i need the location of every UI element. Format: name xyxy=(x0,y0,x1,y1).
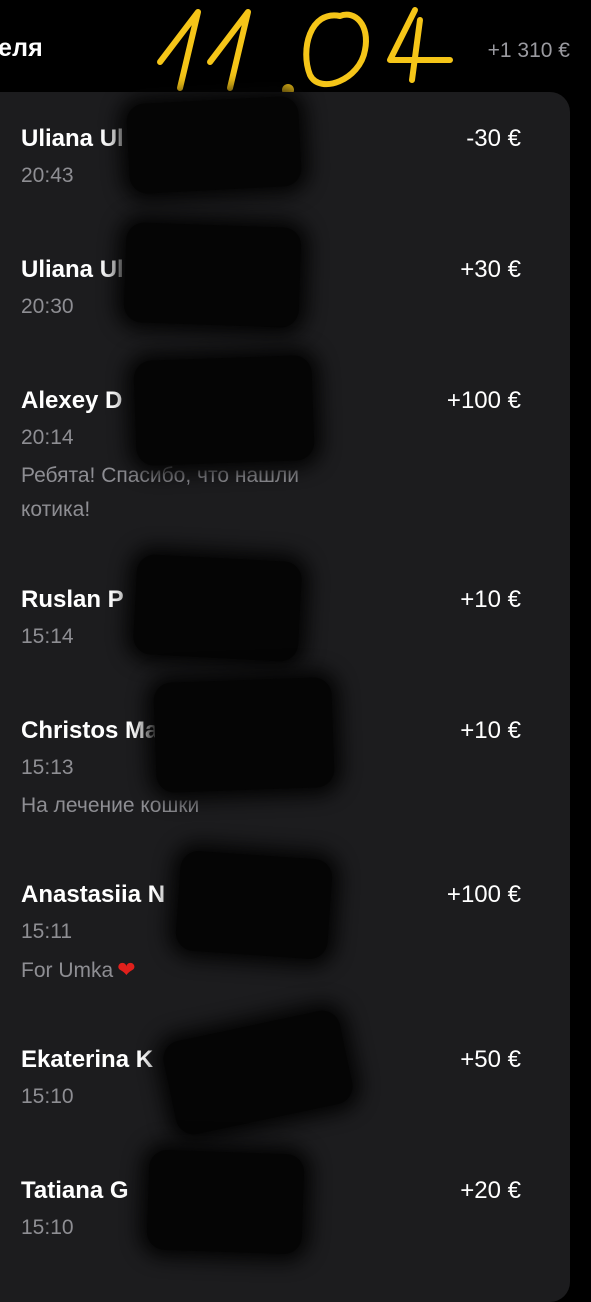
transaction-amount: -30 € xyxy=(466,125,521,152)
transaction-name: Ruslan P xyxy=(21,586,124,613)
comment-text: For Umka xyxy=(21,959,114,982)
transaction-time: 20:43 xyxy=(21,164,74,187)
transaction-amount: +100 € xyxy=(446,387,521,414)
transaction-amount: +20 € xyxy=(460,1177,521,1204)
transaction-amount: +10 € xyxy=(460,717,521,744)
transaction-amount: +100 € xyxy=(446,881,521,908)
total-amount: +1 310 € xyxy=(487,39,570,62)
redaction-mark xyxy=(174,849,334,961)
transaction-time: 15:14 xyxy=(21,625,74,648)
transaction-name: Alexey D xyxy=(21,387,123,414)
header: еля +1 310 € xyxy=(0,0,591,95)
transaction-name: Ekaterina K xyxy=(21,1046,154,1073)
redaction-mark xyxy=(123,221,302,329)
transaction-comment: На лечение кошки xyxy=(21,794,200,817)
transaction-name: Anastasiia N xyxy=(21,881,166,908)
transaction-time: 20:30 xyxy=(21,295,74,318)
redaction-mark xyxy=(146,1149,305,1255)
transaction-amount: +50 € xyxy=(460,1046,521,1073)
transaction-amount: +10 € xyxy=(460,586,521,613)
heart-icon: ❤ xyxy=(117,957,136,982)
transaction-time: 15:13 xyxy=(21,756,74,779)
transaction-name: Uliana Ul xyxy=(21,256,124,283)
transaction-time: 15:10 xyxy=(21,1216,74,1239)
redaction-mark xyxy=(133,354,315,467)
transaction-name: Uliana Ul xyxy=(21,125,124,152)
page-title: еля xyxy=(0,34,43,62)
transaction-comment: Ребята! Спасибо, что нашли котика! xyxy=(21,464,299,521)
transaction-time: 20:14 xyxy=(21,426,74,449)
transaction-time: 15:10 xyxy=(21,1085,74,1108)
transaction-amount: +30 € xyxy=(460,256,521,283)
transaction-name: Tatiana G xyxy=(21,1177,129,1204)
transaction-time: 15:11 xyxy=(21,920,72,943)
redaction-mark xyxy=(125,95,303,195)
transaction-name: Christos Ma xyxy=(21,717,159,744)
handwritten-date-annotation xyxy=(157,7,453,95)
redaction-mark xyxy=(132,553,303,663)
redaction-mark xyxy=(153,676,335,794)
